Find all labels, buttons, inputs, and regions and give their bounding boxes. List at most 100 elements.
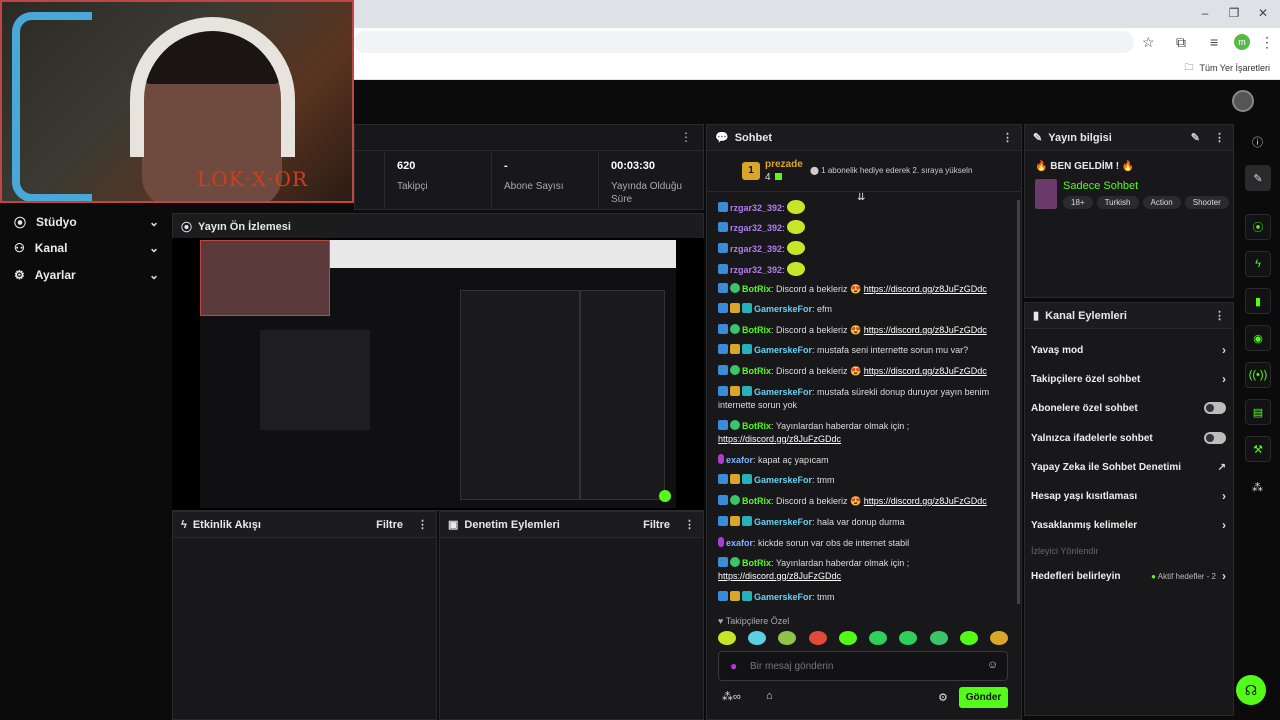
- info-toggle-icon[interactable]: ▤: [1245, 399, 1271, 425]
- chat-message: GamerskeFor: tmm: [718, 591, 1016, 604]
- chat-username[interactable]: rzgar32_392: [730, 223, 782, 233]
- chat-username[interactable]: BotRix: [742, 496, 771, 506]
- send-button[interactable]: Gönder: [959, 687, 1008, 708]
- blue-badge-icon: [718, 495, 728, 505]
- moderation-toggle-icon[interactable]: ▮: [1245, 288, 1271, 314]
- close-icon[interactable]: ✕: [1256, 6, 1270, 20]
- chat-username[interactable]: GamerskeFor: [754, 517, 812, 527]
- followers-only-row[interactable]: Takipçilere özel sohbet ›: [1031, 371, 1226, 387]
- account-age-row[interactable]: Hesap yaşı kısıtlaması ›: [1031, 488, 1226, 504]
- category-name[interactable]: Sadece Sohbet: [1063, 180, 1138, 192]
- all-bookmarks[interactable]: 🗀 Tüm Yer İşaretleri: [1184, 60, 1270, 76]
- emote[interactable]: [838, 631, 857, 645]
- stream-tags: 18+ Turkish Action Shooter: [1063, 196, 1229, 209]
- chat-input[interactable]: [750, 656, 970, 676]
- gifter-name[interactable]: prezade: [765, 159, 803, 170]
- chat-link[interactable]: https://discord.gg/z8JuFzGDdc: [718, 434, 841, 444]
- info-icon[interactable]: ⓘ: [1252, 134, 1263, 150]
- chat-username[interactable]: GamerskeFor: [754, 475, 812, 485]
- emote[interactable]: [748, 631, 767, 645]
- category-thumbnail: [1035, 179, 1057, 209]
- chat-username[interactable]: rzgar32_392: [730, 203, 782, 213]
- nav-channel[interactable]: ⚇ Kanal ⌄: [14, 238, 159, 258]
- bolt-toggle-icon[interactable]: ϟ: [1245, 251, 1271, 277]
- tag: 18+: [1063, 196, 1093, 209]
- stats-more-icon[interactable]: ⋮: [680, 130, 692, 144]
- user-avatar[interactable]: [1232, 90, 1254, 112]
- nav-studio[interactable]: ⦿ Stüdyo ⌄: [14, 212, 159, 232]
- emote[interactable]: [959, 631, 978, 645]
- minimize-icon[interactable]: –: [1198, 6, 1212, 20]
- restore-icon[interactable]: ❐: [1227, 6, 1241, 20]
- address-bar[interactable]: [354, 31, 1134, 53]
- store-icon[interactable]: ⌂: [766, 690, 773, 702]
- chat-username[interactable]: BotRix: [742, 421, 771, 431]
- channel-actions-panel: ▮ Kanal Eylemleri ⋮: [1024, 302, 1234, 716]
- subscribers-only-row: Abonelere özel sohbet: [1031, 400, 1226, 416]
- emote[interactable]: [899, 631, 918, 645]
- chat-link[interactable]: https://discord.gg/z8JuFzGDdc: [864, 366, 987, 376]
- chat-toggle-icon[interactable]: ◉: [1245, 325, 1271, 351]
- chat-message: rzgar32_392:: [718, 262, 1016, 277]
- blue-badge-icon: [718, 264, 728, 274]
- gift-hint-text: 1 abonelik hediye ederek 2. sıraya yükse…: [821, 166, 973, 175]
- bolt-icon: ▮: [1033, 310, 1040, 322]
- chat-link[interactable]: https://discord.gg/z8JuFzGDdc: [864, 284, 987, 294]
- chat-username[interactable]: BotRix: [742, 284, 771, 294]
- chat-username[interactable]: BotRix: [742, 558, 771, 568]
- chat-link[interactable]: https://discord.gg/z8JuFzGDdc: [864, 325, 987, 335]
- chat-username[interactable]: GamerskeFor: [754, 345, 812, 355]
- activity-filter-button[interactable]: Filtre: [376, 519, 403, 531]
- chat-username[interactable]: exafor: [726, 538, 753, 548]
- channel-actions-more-icon[interactable]: ⋮: [1214, 309, 1225, 322]
- activity-more-icon[interactable]: ⋮: [417, 518, 428, 531]
- chat-username[interactable]: rzgar32_392: [730, 244, 782, 254]
- emoji-icon[interactable]: ☺: [987, 659, 998, 671]
- support-icon[interactable]: ☊: [1236, 675, 1266, 705]
- green-badge-icon: [730, 557, 740, 567]
- moderation-more-icon[interactable]: ⋮: [684, 518, 695, 531]
- subscribers-only-toggle[interactable]: [1204, 402, 1226, 414]
- kebab-menu-icon[interactable]: ⋮: [1260, 34, 1274, 50]
- chat-username[interactable]: rzgar32_392: [730, 265, 782, 275]
- chat-username[interactable]: exafor: [726, 455, 753, 465]
- moderation-filter-button[interactable]: Filtre: [643, 519, 670, 531]
- edit-layout-icon[interactable]: ✎: [1245, 165, 1271, 191]
- edit-icon[interactable]: ✎: [1191, 131, 1200, 144]
- emote[interactable]: [808, 631, 827, 645]
- chat-username[interactable]: BotRix: [742, 366, 771, 376]
- emote[interactable]: [778, 631, 797, 645]
- goals-row[interactable]: Hedefleri belirleyin ● Aktif hedefler - …: [1031, 568, 1226, 584]
- banned-words-row[interactable]: Yasaklanmış kelimeler ›: [1031, 517, 1226, 533]
- preview-toggle-icon[interactable]: ⦿: [1245, 214, 1271, 240]
- emote[interactable]: [989, 631, 1008, 645]
- profile-avatar[interactable]: m: [1234, 34, 1250, 50]
- emote[interactable]: [718, 631, 736, 645]
- broadcast-toggle-icon[interactable]: ((•)): [1245, 362, 1271, 388]
- chat-username[interactable]: GamerskeFor: [754, 387, 812, 397]
- points-icon[interactable]: ⁂∞: [722, 690, 741, 703]
- chat-settings-icon[interactable]: ⚙: [938, 691, 948, 704]
- extensions-icon[interactable]: ⧉: [1176, 34, 1186, 50]
- stream-info-more-icon[interactable]: ⋮: [1214, 131, 1225, 144]
- stream-title: 🔥 BEN GELDİM ! 🔥: [1035, 161, 1135, 172]
- chat-link[interactable]: https://discord.gg/z8JuFzGDdc: [718, 571, 841, 581]
- chat-username[interactable]: BotRix: [742, 325, 771, 335]
- star-icon[interactable]: ☆: [1142, 34, 1155, 50]
- chat-more-icon[interactable]: ⋮: [1002, 131, 1013, 144]
- emote[interactable]: [929, 631, 948, 645]
- media-icon[interactable]: ≡: [1210, 34, 1218, 50]
- slow-mode-row[interactable]: Yavaş mod ›: [1031, 342, 1226, 358]
- ai-moderation-row[interactable]: Yapay Zeka ile Sohbet Denetimi ↗: [1031, 459, 1226, 475]
- wrench-toggle-icon[interactable]: ⚒: [1245, 436, 1271, 462]
- emote[interactable]: [869, 631, 888, 645]
- emote-only-toggle[interactable]: [1204, 432, 1226, 444]
- chat-username[interactable]: GamerskeFor: [754, 304, 812, 314]
- followers-only-label: Takipçilere Özel: [725, 616, 790, 626]
- preview-browser: [330, 240, 676, 268]
- points-rail-icon[interactable]: ⁂: [1252, 481, 1263, 494]
- chat-link[interactable]: https://discord.gg/z8JuFzGDdc: [864, 496, 987, 506]
- nav-settings[interactable]: ⚙ Ayarlar ⌄: [14, 265, 159, 285]
- chat-scrollbar[interactable]: [1017, 200, 1020, 604]
- chat-username[interactable]: GamerskeFor: [754, 592, 812, 602]
